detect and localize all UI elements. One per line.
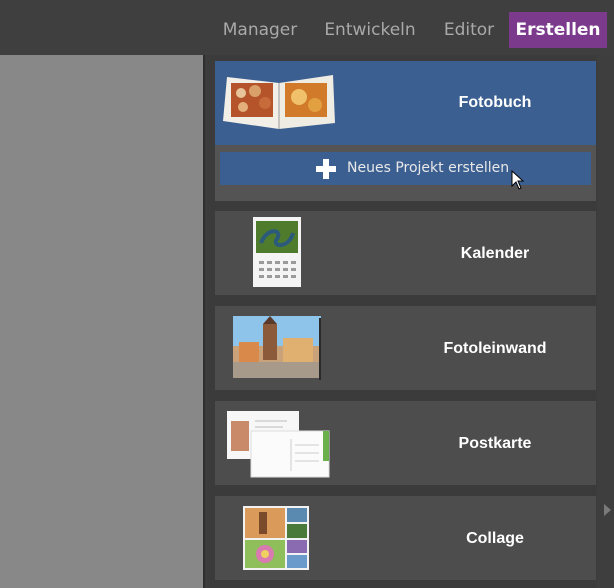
new-project-button[interactable]: Neues Projekt erstellen	[220, 152, 591, 185]
photobook-thumbnail	[223, 75, 335, 129]
expand-arrow-icon[interactable]	[604, 504, 611, 516]
left-panel	[0, 55, 203, 588]
plus-icon	[316, 159, 336, 179]
card-title-fotobuch: Fotobuch	[458, 94, 532, 111]
card-kalender[interactable]: Kalender	[215, 211, 596, 295]
collage-thumbnail	[243, 506, 309, 570]
tab-entwickeln[interactable]: Entwickeln	[317, 12, 423, 48]
tab-erstellen[interactable]: Erstellen	[509, 12, 607, 48]
card-fotobuch-header[interactable]: Fotobuch	[215, 61, 596, 145]
card-collage[interactable]: Collage	[215, 496, 596, 580]
calendar-thumbnail	[253, 217, 301, 287]
top-navigation-bar: Manager Entwickeln Editor Erstellen	[0, 0, 614, 55]
canvas-thumbnail	[233, 316, 321, 380]
card-fotoleinwand[interactable]: Fotoleinwand	[215, 306, 596, 390]
card-title-postkarte: Postkarte	[458, 435, 532, 452]
postcard-thumbnail	[227, 411, 330, 478]
card-title-fotoleinwand: Fotoleinwand	[443, 340, 547, 357]
card-fotobuch[interactable]: Fotobuch Neues Projekt erstellen	[215, 61, 596, 201]
mouse-pointer-icon	[511, 170, 525, 190]
card-title-collage: Collage	[466, 530, 524, 547]
tab-manager[interactable]: Manager	[214, 12, 306, 48]
new-project-label: Neues Projekt erstellen	[347, 160, 510, 176]
card-title-kalender: Kalender	[460, 245, 530, 262]
tab-editor[interactable]: Editor	[434, 12, 504, 48]
card-postkarte[interactable]: Postkarte	[215, 401, 596, 485]
